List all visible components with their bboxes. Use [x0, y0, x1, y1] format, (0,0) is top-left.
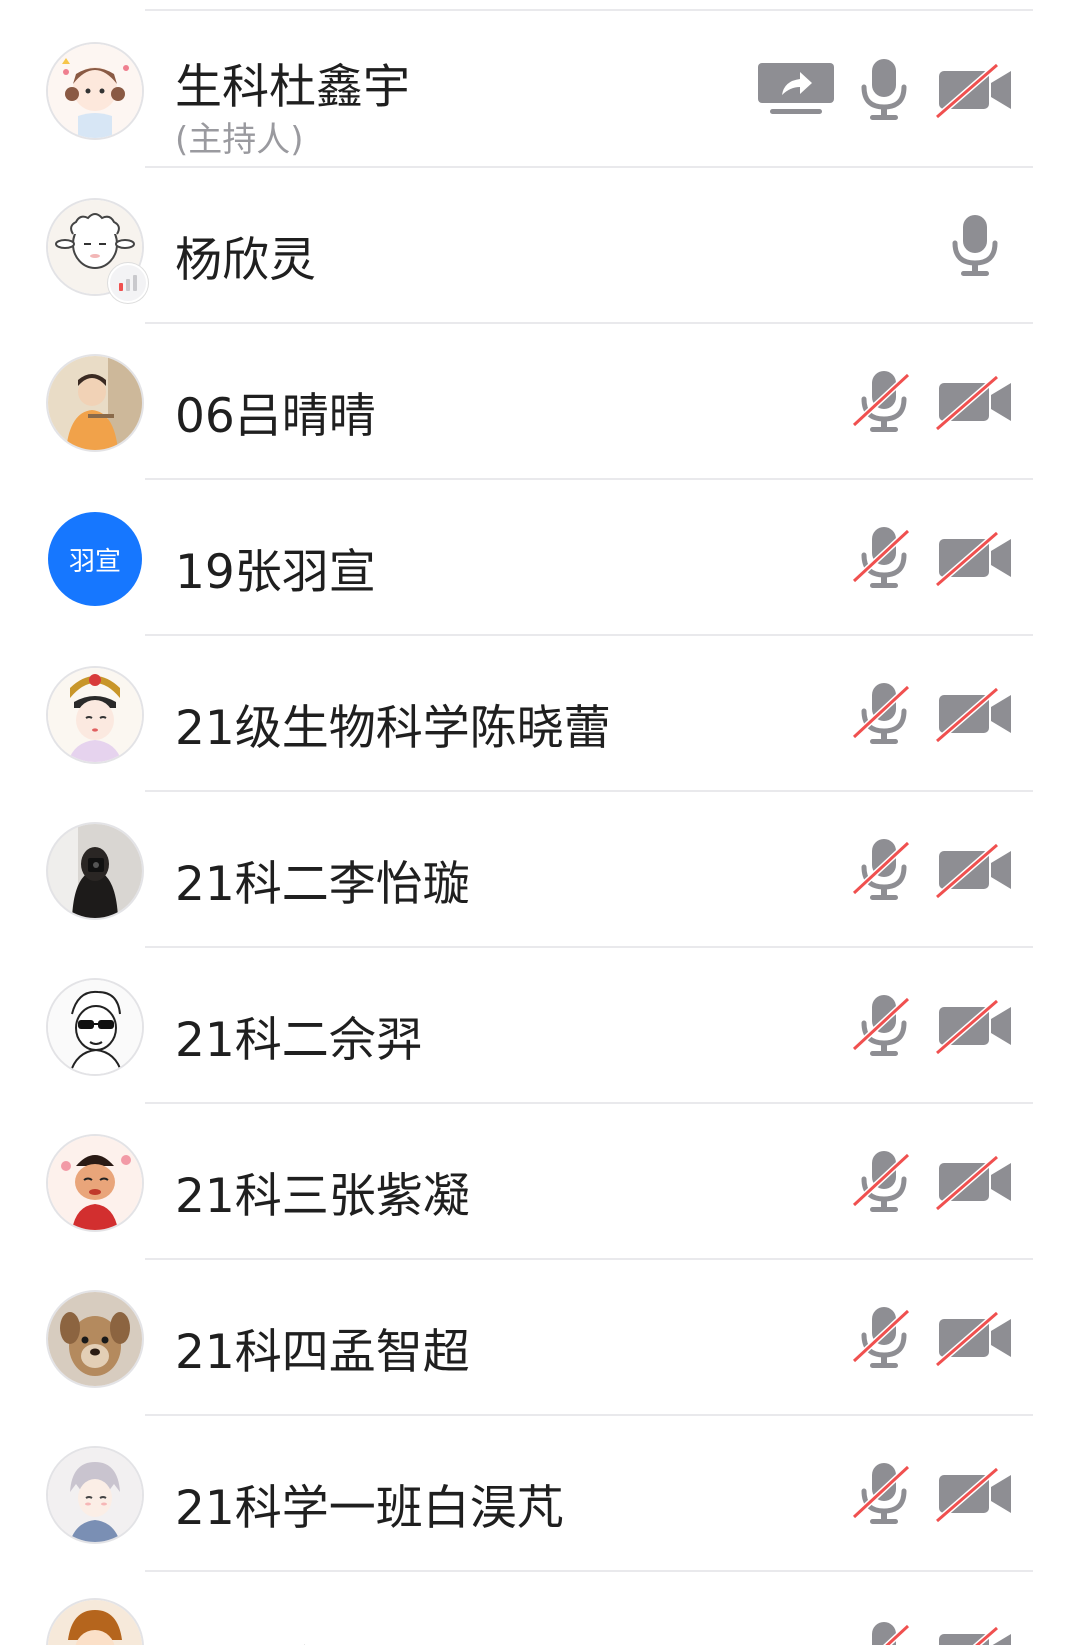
camera-off-icon[interactable]: [935, 525, 1015, 591]
text-avatar: 羽宣: [48, 512, 142, 606]
camera-off-icon[interactable]: [935, 837, 1015, 903]
microphone-muted-icon[interactable]: [846, 369, 922, 435]
participant-row[interactable]: 羽宣 19张羽宣: [0, 480, 1080, 636]
microphone-muted-icon[interactable]: [846, 1305, 922, 1371]
participant-name: 21科三张紫凝: [175, 1169, 470, 1224]
cartoon-girl-avatar: [48, 44, 142, 138]
camera-off-icon[interactable]: [935, 1305, 1015, 1371]
microphone-muted-icon[interactable]: [846, 837, 922, 903]
microphone-muted-icon[interactable]: [846, 1461, 922, 1527]
photo-avatar: [48, 356, 142, 450]
microphone-muted-icon[interactable]: [846, 525, 922, 591]
participant-name: 21科学一班白淏芃: [175, 1481, 564, 1536]
camera-off-icon[interactable]: [935, 1149, 1015, 1215]
camera-off-icon[interactable]: [935, 369, 1015, 435]
divider: [145, 9, 1033, 11]
participant-row[interactable]: 21科学一班鞠佳雨: [0, 1572, 1080, 1645]
participant-row[interactable]: 杨欣灵: [0, 168, 1080, 324]
participant-row[interactable]: 06吕晴晴: [0, 324, 1080, 480]
microphone-muted-icon[interactable]: [846, 1149, 922, 1215]
camera-off-icon[interactable]: [935, 681, 1015, 747]
participant-row[interactable]: 21科学一班白淏芃: [0, 1416, 1080, 1572]
host-label: (主持人): [175, 120, 304, 160]
participant-row[interactable]: 生科杜鑫宇 (主持人): [0, 12, 1080, 168]
dog-avatar: [48, 1292, 142, 1386]
participant-name: 21科学一班鞠佳雨: [175, 1630, 564, 1645]
microphone-icon[interactable]: [846, 57, 922, 123]
participant-name: 06吕晴晴: [175, 389, 376, 444]
camera-off-icon[interactable]: [935, 993, 1015, 1059]
participant-row[interactable]: 21科四孟智超: [0, 1260, 1080, 1416]
participant-name: 生科杜鑫宇: [175, 60, 410, 115]
sunglasses-cartoon-avatar: [48, 980, 142, 1074]
microphone-muted-icon[interactable]: [846, 681, 922, 747]
participant-row[interactable]: 21级生物科学陈晓蕾: [0, 636, 1080, 792]
participant-row[interactable]: 21科二佘羿: [0, 948, 1080, 1104]
participant-name: 21科二佘羿: [175, 1013, 423, 1068]
participant-name: 杨欣灵: [175, 233, 316, 288]
cartoon-kid-avatar: [48, 1136, 142, 1230]
participant-name: 21科四孟智超: [175, 1325, 470, 1380]
participant-row[interactable]: 21科三张紫凝: [0, 1104, 1080, 1260]
camera-off-icon[interactable]: [935, 57, 1015, 123]
camera-off-icon[interactable]: [935, 1620, 1015, 1645]
participant-name: 21科二李怡璇: [175, 857, 470, 912]
participant-name: 21级生物科学陈晓蕾: [175, 701, 611, 756]
microphone-muted-icon[interactable]: [846, 1620, 922, 1645]
cartoon-avatar: [48, 1600, 142, 1645]
participant-name: 19张羽宣: [175, 545, 376, 600]
screen-share-icon: [754, 57, 838, 123]
microphone-muted-icon[interactable]: [846, 993, 922, 1059]
anime-avatar: [48, 1448, 142, 1542]
audio-level-icon: [108, 263, 148, 303]
camera-off-icon[interactable]: [935, 1461, 1015, 1527]
selfie-avatar: [48, 824, 142, 918]
participant-row[interactable]: 21科二李怡璇: [0, 792, 1080, 948]
empress-avatar: [48, 668, 142, 762]
microphone-icon[interactable]: [937, 213, 1013, 279]
